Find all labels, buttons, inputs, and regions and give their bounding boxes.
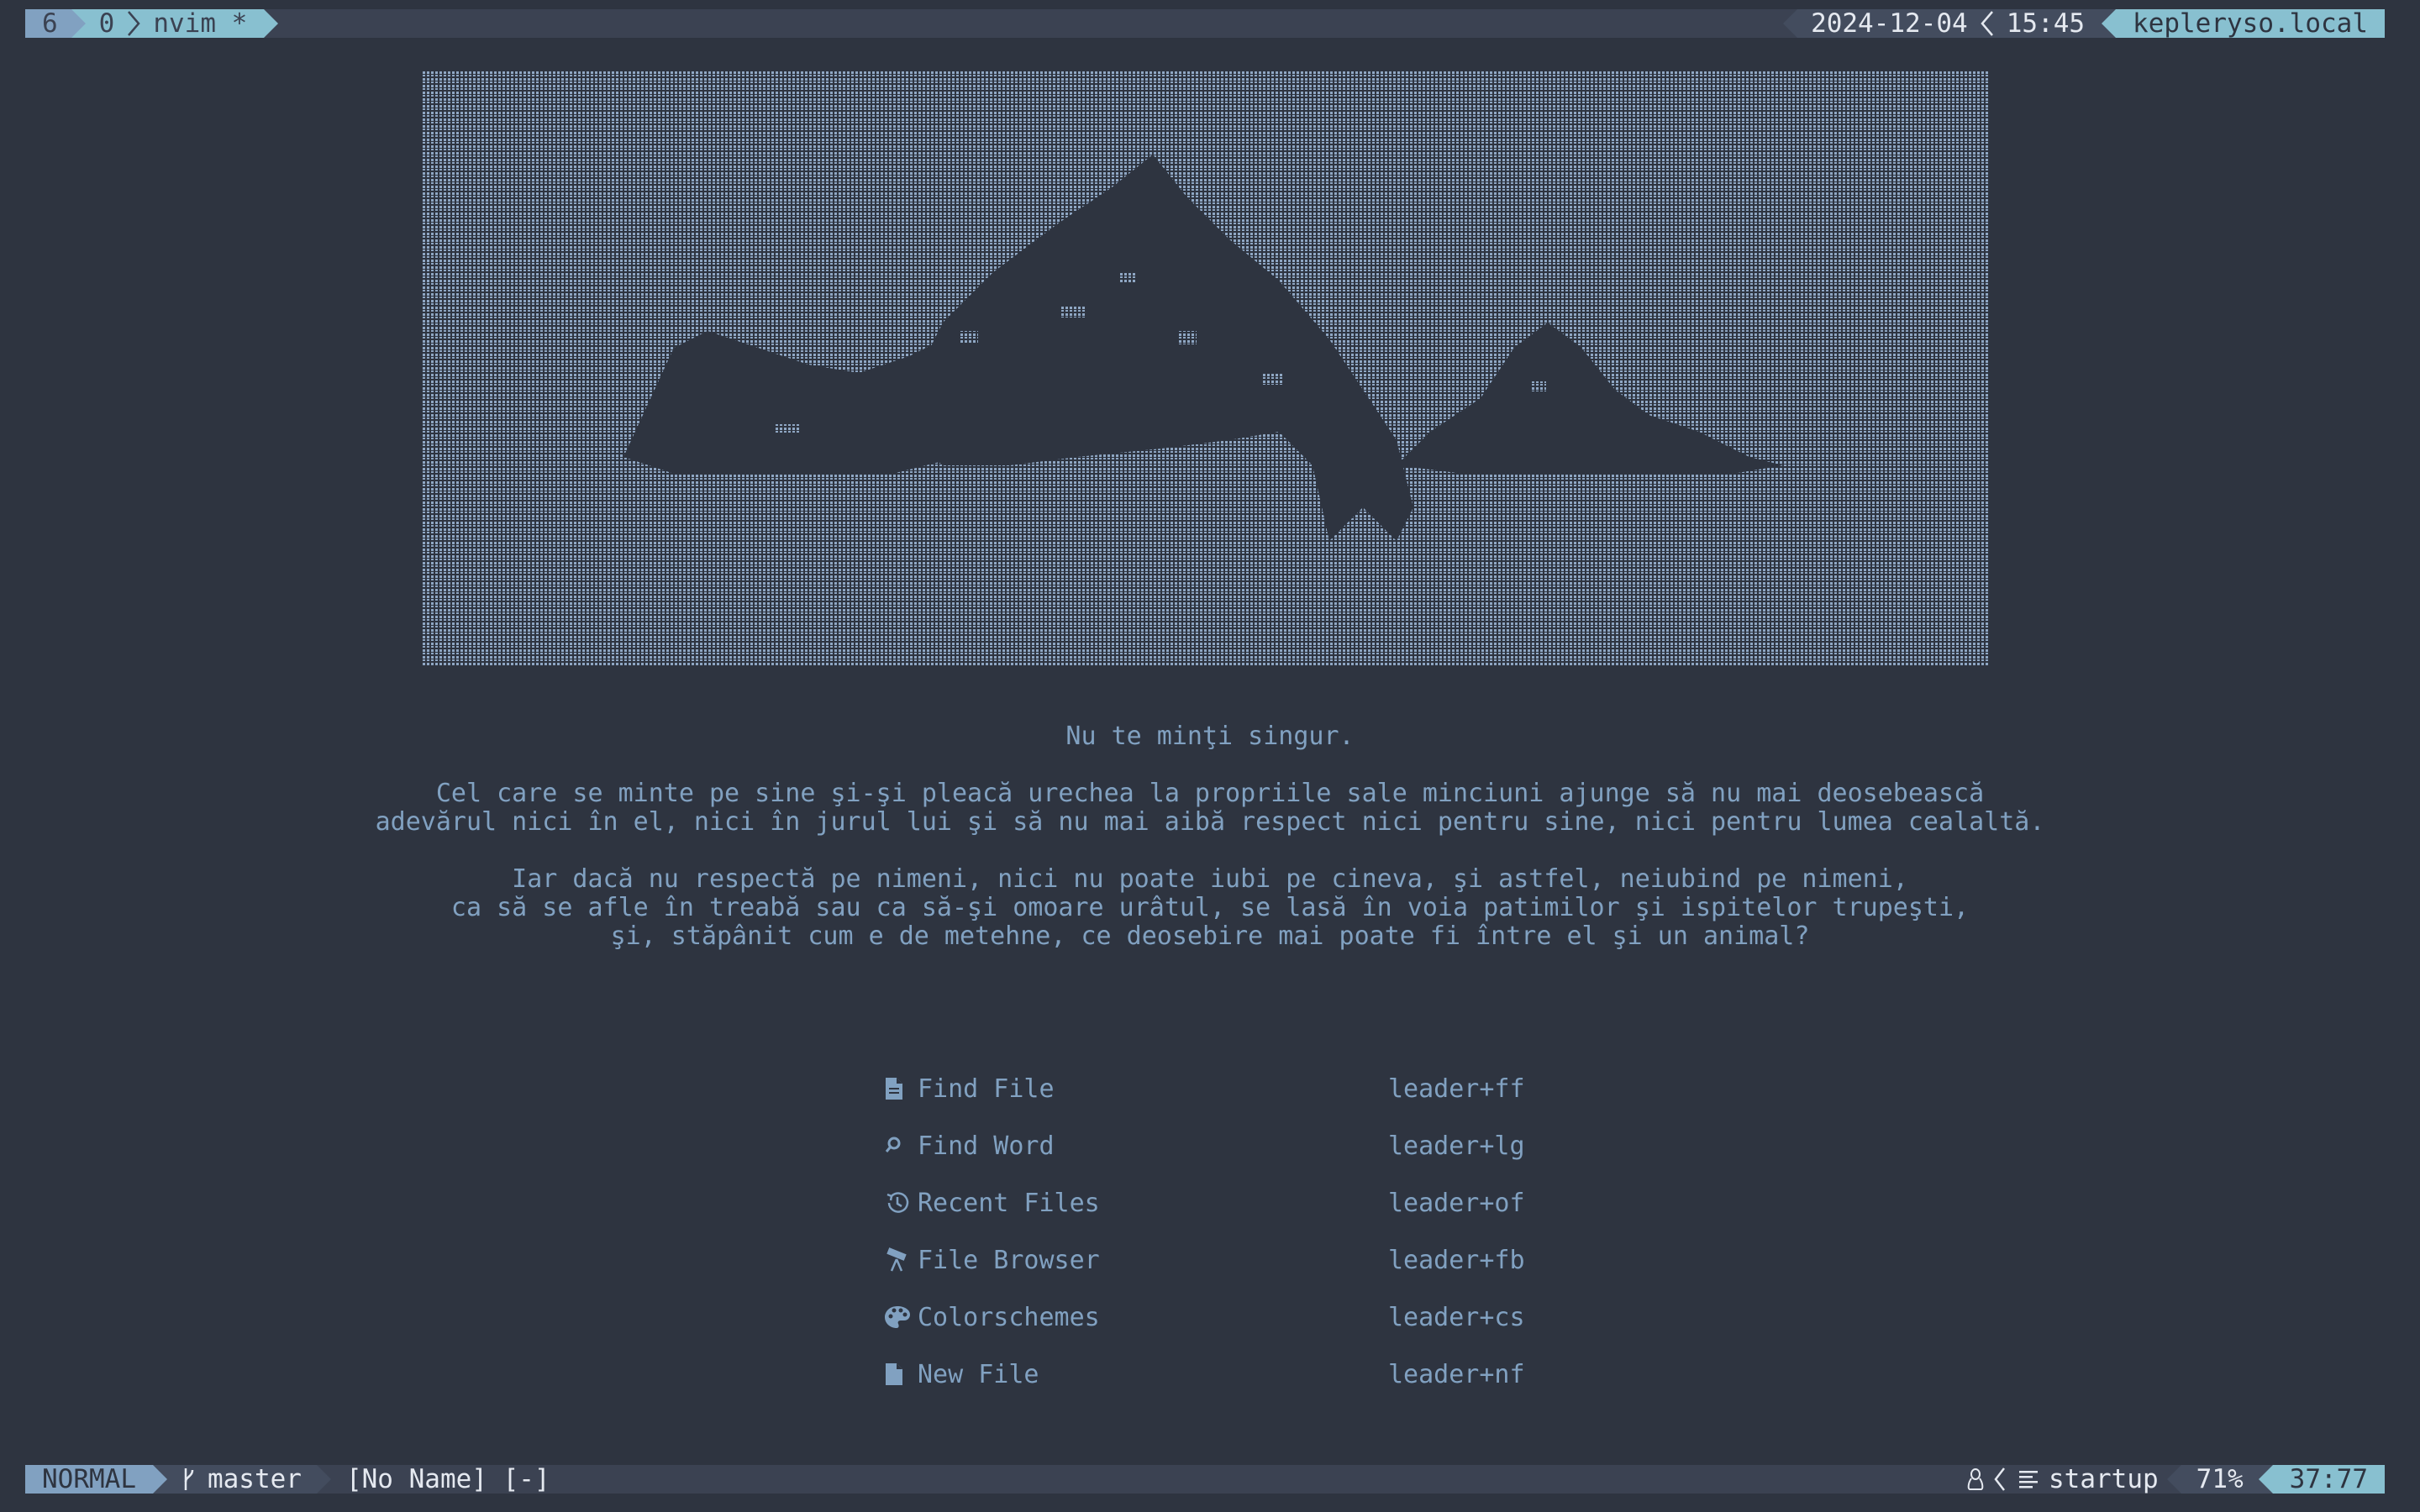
tmux-window-list: 6 0 nvim * [25, 9, 279, 38]
mode-indicator: NORMAL [25, 1465, 153, 1494]
menu-item-label: Recent Files [918, 1188, 1100, 1218]
tmux-right-status: 2024-12-04 15:45 kepleryso.local [1783, 9, 2385, 38]
quote-paragraph-2-line-3: şi, stăpânit cum e de metehne, ce deoseb… [610, 921, 1810, 951]
file-icon [884, 1074, 918, 1103]
os-icon [1961, 1465, 1990, 1494]
tmux-status-bar: 6 0 nvim * 2024-12-04 15:45 kepleryso.lo… [25, 9, 2385, 38]
menu-item-colorschemes[interactable]: Colorschemes leader+cs [884, 1289, 1539, 1346]
file-name: [No Name] [-] [345, 1464, 550, 1494]
mountain-ascii-art [422, 71, 1990, 665]
quote-paragraph-2-line-2: ca să se afle în treabă sau ca să-şi omo… [450, 893, 1970, 922]
list-icon [2018, 1468, 2039, 1490]
statusline-left: NORMAL master [No Name] [-] [25, 1465, 566, 1494]
menu-item-shortcut: leader+of [1388, 1188, 1525, 1218]
history-icon [884, 1189, 918, 1217]
menu-item-find-file[interactable]: Find File leader+ff [884, 1060, 1539, 1117]
tmux-window-index[interactable]: 0 [85, 9, 127, 38]
chevron-left-icon [1979, 9, 1995, 38]
statusline-right: startup 71% 37:77 [1961, 1465, 2385, 1494]
dashboard-menu: Find File leader+ff Find Word leader+lg … [884, 1060, 1539, 1403]
separator-arrow [71, 9, 86, 38]
menu-item-label: Find Word [918, 1131, 1055, 1161]
menu-item-shortcut: leader+nf [1388, 1359, 1525, 1389]
tmux-session-index[interactable]: 6 [25, 9, 71, 38]
filetype: startup [2010, 1465, 2167, 1494]
telescope-icon [884, 1246, 918, 1274]
separator-arrow [1783, 9, 1798, 38]
separator-arrow [2102, 9, 2117, 38]
palette-icon [884, 1303, 918, 1331]
quote-title: Nu te minţi singur. [1065, 722, 1355, 751]
braille-dot-field [422, 71, 1990, 665]
ascii-art-header [422, 71, 1990, 665]
tmux-date: 2024-12-04 [1797, 9, 1980, 38]
separator-arrow [2258, 1465, 2273, 1494]
menu-item-shortcut: leader+ff [1388, 1074, 1525, 1104]
tmux-window-name[interactable]: nvim * [141, 9, 265, 38]
chevron-left-icon [1990, 1465, 2010, 1494]
menu-item-label: File Browser [918, 1245, 1100, 1275]
tmux-time: 15:45 [1994, 9, 2102, 38]
git-branch-icon [181, 1467, 196, 1492]
separator-arrow [316, 1465, 331, 1494]
tmux-hostname: kepleryso.local [2116, 9, 2385, 38]
menu-item-find-word[interactable]: Find Word leader+lg [884, 1117, 1539, 1174]
menu-item-label: Find File [918, 1074, 1055, 1104]
menu-item-label: New File [918, 1359, 1039, 1389]
cursor-position: 37:77 [2272, 1465, 2385, 1494]
chevron-right-icon [126, 9, 142, 38]
separator-arrow [152, 1465, 167, 1494]
separator-arrow [2166, 1465, 2181, 1494]
menu-item-file-browser[interactable]: File Browser leader+fb [884, 1231, 1539, 1289]
filetype-label: startup [2049, 1464, 2159, 1494]
menu-item-recent-files[interactable]: Recent Files leader+of [884, 1174, 1539, 1231]
git-branch[interactable]: master [166, 1464, 317, 1494]
scroll-progress: 71% [2181, 1465, 2259, 1494]
search-icon [884, 1131, 918, 1160]
quote-paragraph-1-line-2: adevărul nici în el, nici în jurul lui ş… [375, 807, 2045, 837]
menu-item-shortcut: leader+cs [1388, 1302, 1525, 1332]
menu-item-shortcut: leader+lg [1388, 1131, 1525, 1161]
quote-paragraph-2-line-1: Iar dacă nu respectă pe nimeni, nici nu … [512, 864, 1908, 894]
menu-item-new-file[interactable]: New File leader+nf [884, 1346, 1539, 1403]
menu-item-label: Colorschemes [918, 1302, 1100, 1332]
new-file-icon [884, 1360, 918, 1389]
git-branch-name: master [207, 1464, 302, 1494]
nvim-statusline: NORMAL master [No Name] [-] startup 71% … [25, 1465, 2385, 1494]
separator-arrow [264, 9, 279, 38]
menu-item-shortcut: leader+fb [1388, 1245, 1525, 1275]
quote-paragraph-1-line-1: Cel care se minte pe sine şi-şi pleacă u… [435, 779, 1985, 808]
